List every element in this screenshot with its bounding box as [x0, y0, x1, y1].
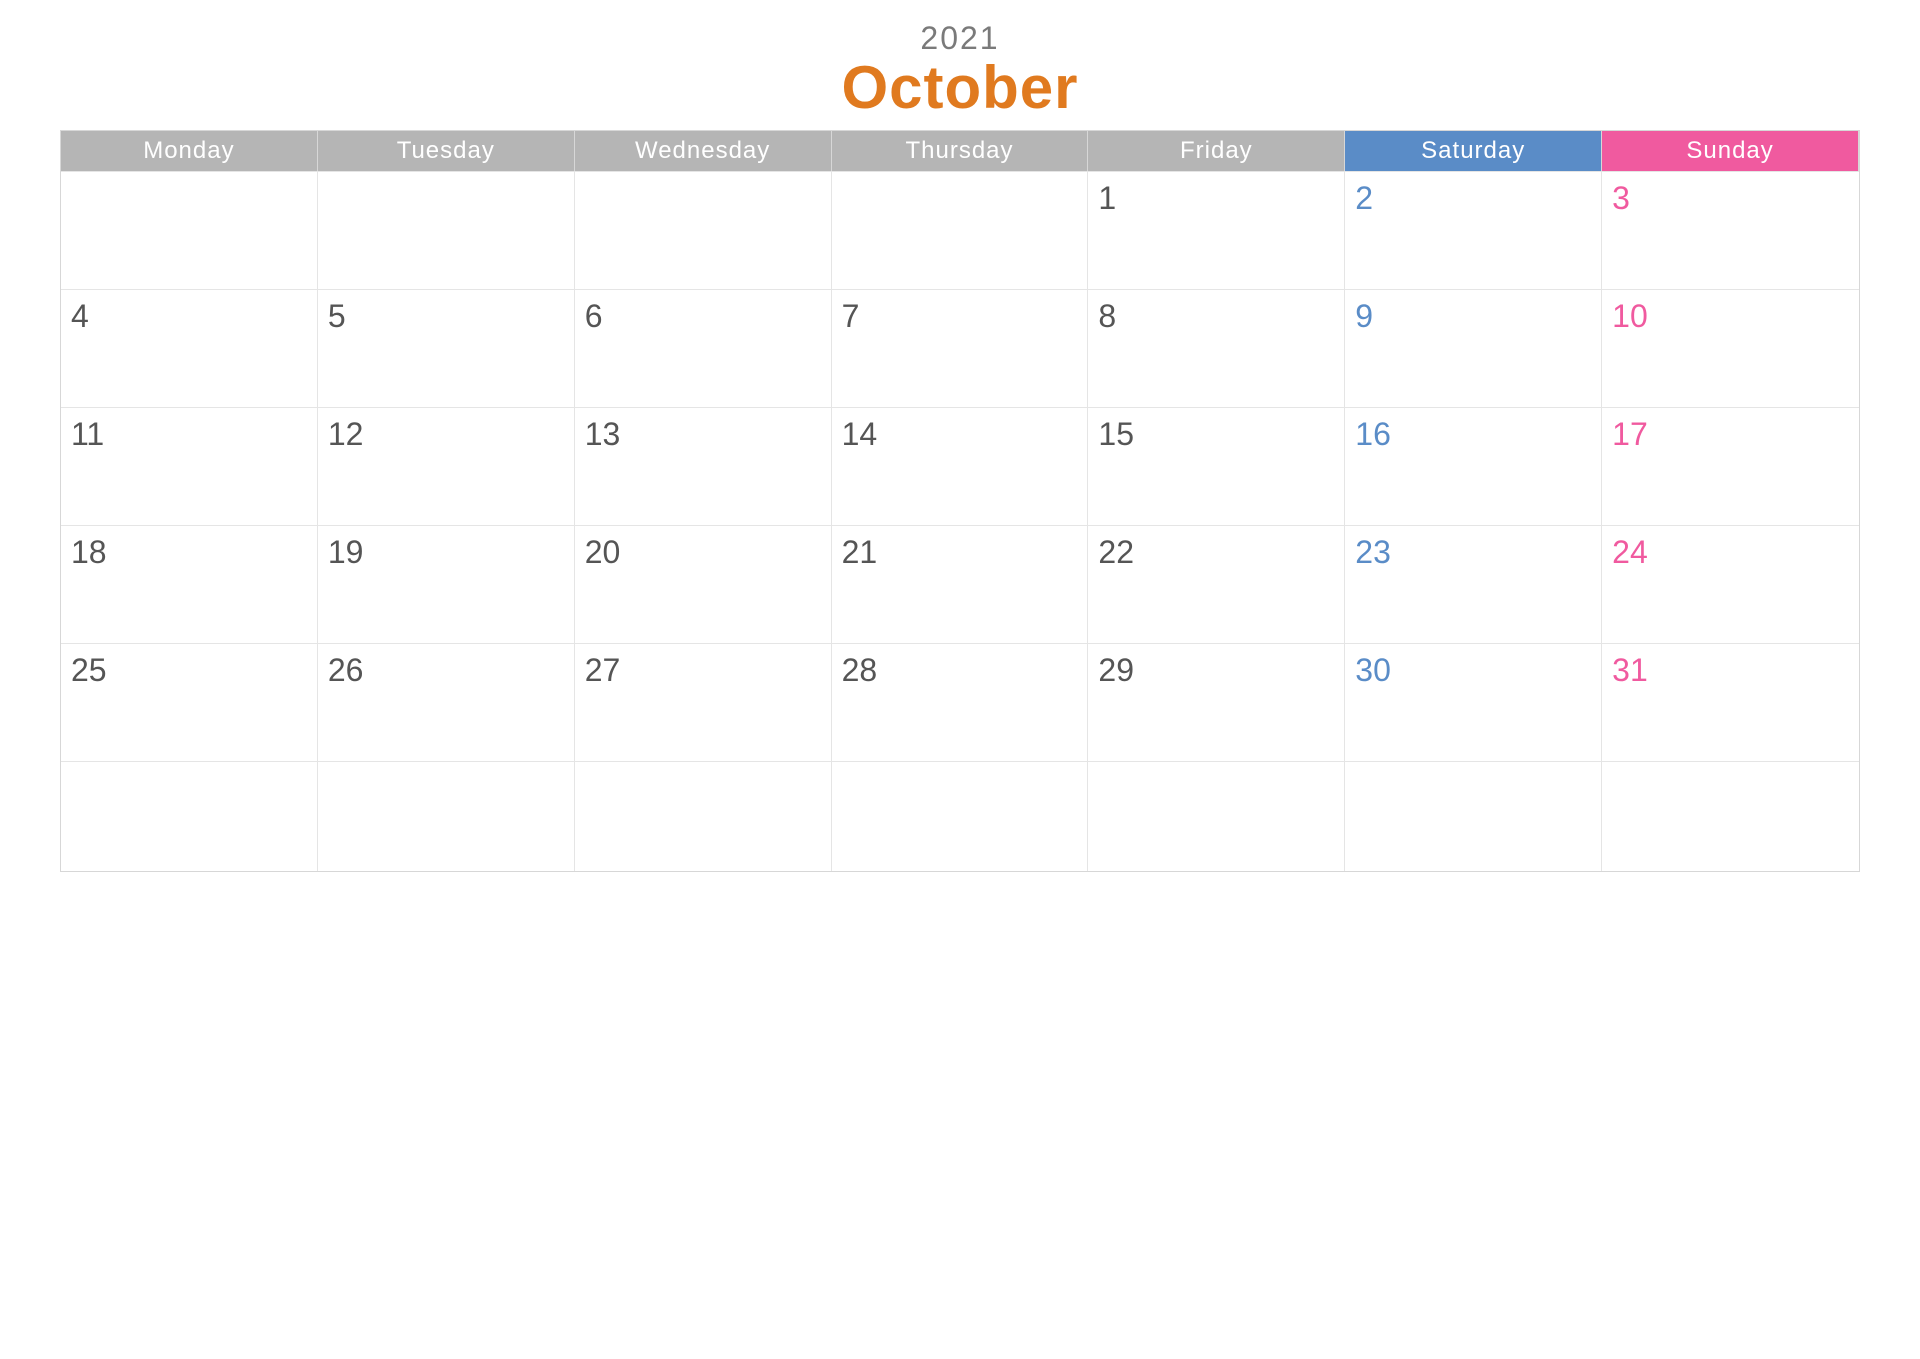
- calendar-cell: 7: [832, 289, 1089, 407]
- calendar-cell: 9: [1345, 289, 1602, 407]
- year-label: 2021: [60, 20, 1860, 57]
- dayhead-saturday: Saturday: [1345, 131, 1602, 171]
- calendar-cell: 25: [61, 643, 318, 761]
- calendar-header: 2021 October: [60, 20, 1860, 122]
- dayhead-sunday: Sunday: [1602, 131, 1859, 171]
- calendar-cell: 26: [318, 643, 575, 761]
- calendar-cell: 24: [1602, 525, 1859, 643]
- calendar-cell: 27: [575, 643, 832, 761]
- month-label: October: [60, 53, 1860, 122]
- calendar-cell: [61, 761, 318, 871]
- calendar-cell: 15: [1088, 407, 1345, 525]
- calendar-cell: [575, 761, 832, 871]
- calendar-cell: 16: [1345, 407, 1602, 525]
- calendar-cell: 5: [318, 289, 575, 407]
- calendar-cell: 18: [61, 525, 318, 643]
- calendar-cell: 14: [832, 407, 1089, 525]
- calendar-cell: 20: [575, 525, 832, 643]
- dayhead-monday: Monday: [61, 131, 318, 171]
- calendar-cell: 30: [1345, 643, 1602, 761]
- calendar-cell: [318, 171, 575, 289]
- calendar-cell: 28: [832, 643, 1089, 761]
- calendar-cell: 11: [61, 407, 318, 525]
- calendar-cell: 29: [1088, 643, 1345, 761]
- calendar-cell: 17: [1602, 407, 1859, 525]
- dayhead-thursday: Thursday: [832, 131, 1089, 171]
- calendar-grid: Monday Tuesday Wednesday Thursday Friday…: [60, 130, 1860, 872]
- calendar-cell: 23: [1345, 525, 1602, 643]
- calendar-cell: [1088, 761, 1345, 871]
- calendar-cell: 2: [1345, 171, 1602, 289]
- calendar-cell: 22: [1088, 525, 1345, 643]
- calendar-cell: 21: [832, 525, 1089, 643]
- calendar-cell: 10: [1602, 289, 1859, 407]
- calendar-cell: 8: [1088, 289, 1345, 407]
- calendar-cell: 13: [575, 407, 832, 525]
- calendar-cell: 19: [318, 525, 575, 643]
- calendar-cell: 6: [575, 289, 832, 407]
- calendar-cell: [318, 761, 575, 871]
- calendar-cell: 1: [1088, 171, 1345, 289]
- calendar-cell: [1602, 761, 1859, 871]
- calendar-cell: 3: [1602, 171, 1859, 289]
- calendar-cell: [832, 761, 1089, 871]
- dayhead-friday: Friday: [1088, 131, 1345, 171]
- calendar-cell: 4: [61, 289, 318, 407]
- calendar-cell: [61, 171, 318, 289]
- calendar-cell: 31: [1602, 643, 1859, 761]
- dayhead-wednesday: Wednesday: [575, 131, 832, 171]
- dayhead-tuesday: Tuesday: [318, 131, 575, 171]
- calendar-cell: 12: [318, 407, 575, 525]
- calendar-cell: [1345, 761, 1602, 871]
- calendar-cell: [575, 171, 832, 289]
- calendar-cell: [832, 171, 1089, 289]
